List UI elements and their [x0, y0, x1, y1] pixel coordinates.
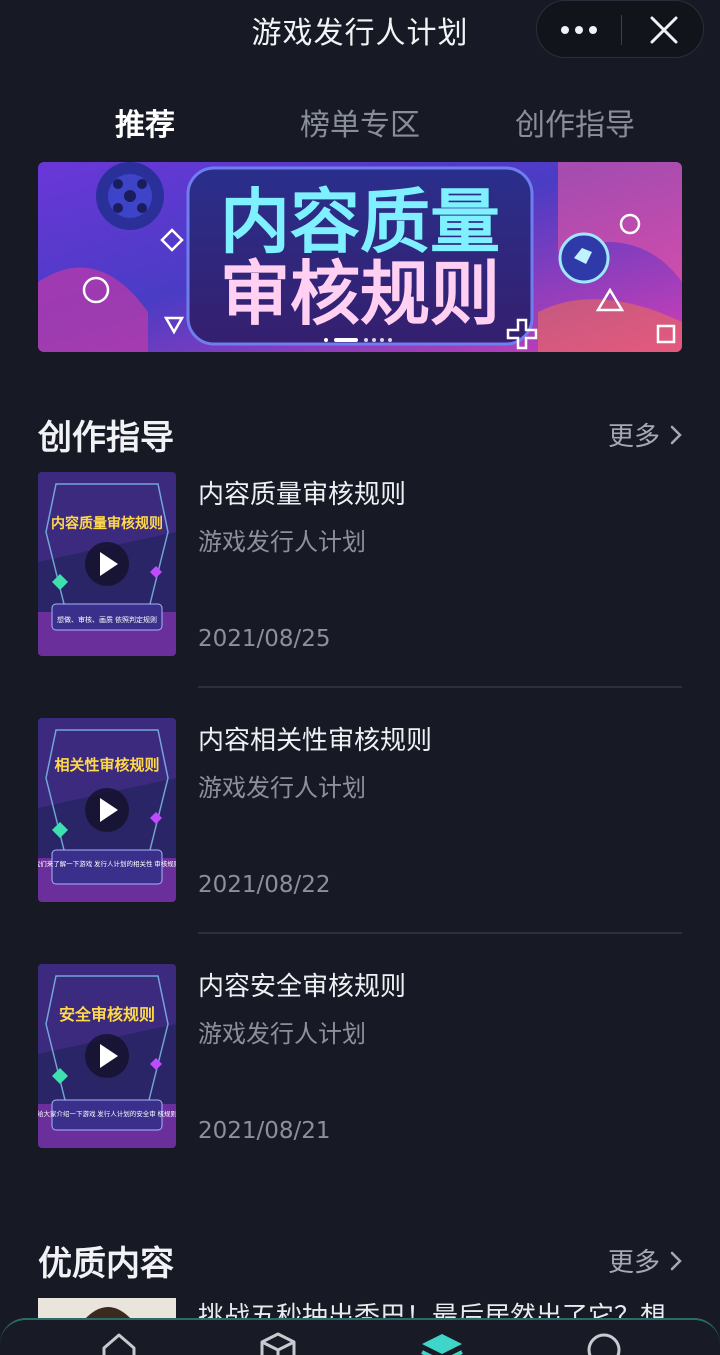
home-icon[interactable] — [100, 1330, 138, 1355]
item-title: 内容相关性审核规则 — [198, 726, 433, 756]
divider — [198, 932, 682, 934]
quality-more-link[interactable]: 更多 — [608, 1242, 682, 1279]
thumb-heading: 内容质量审核规则 — [51, 515, 163, 531]
thumb-caption: 我们来了解一下游戏 发行人计划的相关性 审核规则 — [38, 859, 176, 868]
more-dots-icon — [561, 26, 597, 34]
mini-program-capsule — [536, 0, 704, 58]
thumb-heading: 相关性审核规则 — [54, 756, 159, 774]
quality-section-title: 优质内容 — [38, 1244, 174, 1284]
thumb-caption: 想做、审核、画质 依照判定规则 — [57, 615, 157, 624]
item-author: 游戏发行人计划 — [198, 774, 366, 802]
quality-section-header: 优质内容 更多 — [38, 1236, 682, 1286]
guide-section-title: 创作指导 — [38, 418, 174, 458]
tab-bar: 推荐 榜单专区 创作指导 — [0, 100, 720, 156]
guide-section-header: 创作指导 更多 — [38, 410, 682, 460]
video-thumbnail[interactable]: 安全审核规则 给大家介绍一下游戏 发行人计划的安全审 核规则 — [38, 964, 176, 1148]
guide-item[interactable]: 内容质量审核规则 想做、审核、画质 依照判定规则 内容质量审核规则 游戏发行人计… — [38, 472, 682, 672]
close-icon — [650, 16, 677, 44]
guide-item[interactable]: 安全审核规则 给大家介绍一下游戏 发行人计划的安全审 核规则 内容安全审核规则 … — [38, 964, 682, 1164]
video-thumbnail[interactable]: 内容质量审核规则 想做、审核、画质 依照判定规则 — [38, 472, 176, 656]
tab-rankings[interactable]: 榜单专区 — [300, 100, 420, 144]
guide-item[interactable]: 相关性审核规则 我们来了解一下游戏 发行人计划的相关性 审核规则 内容相关性审核… — [38, 718, 682, 918]
item-author: 游戏发行人计划 — [198, 1020, 366, 1048]
tab-creation-guide[interactable]: 创作指导 — [515, 100, 635, 144]
item-title: 内容质量审核规则 — [198, 480, 407, 510]
top-bar: 游戏发行人计划 — [0, 0, 720, 60]
banner-line1: 内容质量 — [220, 183, 500, 261]
more-button[interactable] — [537, 1, 621, 59]
promo-banner[interactable]: 内容质量 审核规则 — [38, 162, 682, 352]
guide-more-link[interactable]: 更多 — [608, 416, 682, 453]
item-title: 内容安全审核规则 — [198, 972, 407, 1002]
layers-icon[interactable] — [418, 1330, 466, 1355]
thumb-caption: 给大家介绍一下游戏 发行人计划的安全审 核规则 — [38, 1109, 176, 1118]
chevron-right-icon — [670, 1251, 682, 1270]
item-date: 2021/08/22 — [198, 872, 331, 898]
item-date: 2021/08/25 — [198, 626, 331, 652]
box-icon[interactable] — [258, 1330, 298, 1355]
close-button[interactable] — [622, 1, 705, 59]
bottom-navigation — [0, 1318, 720, 1355]
item-author: 游戏发行人计划 — [198, 528, 366, 556]
thumb-heading: 安全审核规则 — [59, 1005, 155, 1024]
search-icon[interactable] — [584, 1330, 624, 1355]
chevron-right-icon — [670, 425, 682, 444]
quality-more-label: 更多 — [607, 1248, 660, 1278]
divider — [198, 686, 682, 688]
tab-recommend[interactable]: 推荐 — [115, 100, 175, 144]
item-date: 2021/08/21 — [198, 1118, 331, 1144]
banner-line2: 审核规则 — [220, 255, 500, 333]
video-thumbnail[interactable]: 相关性审核规则 我们来了解一下游戏 发行人计划的相关性 审核规则 — [38, 718, 176, 902]
guide-more-label: 更多 — [607, 422, 660, 452]
